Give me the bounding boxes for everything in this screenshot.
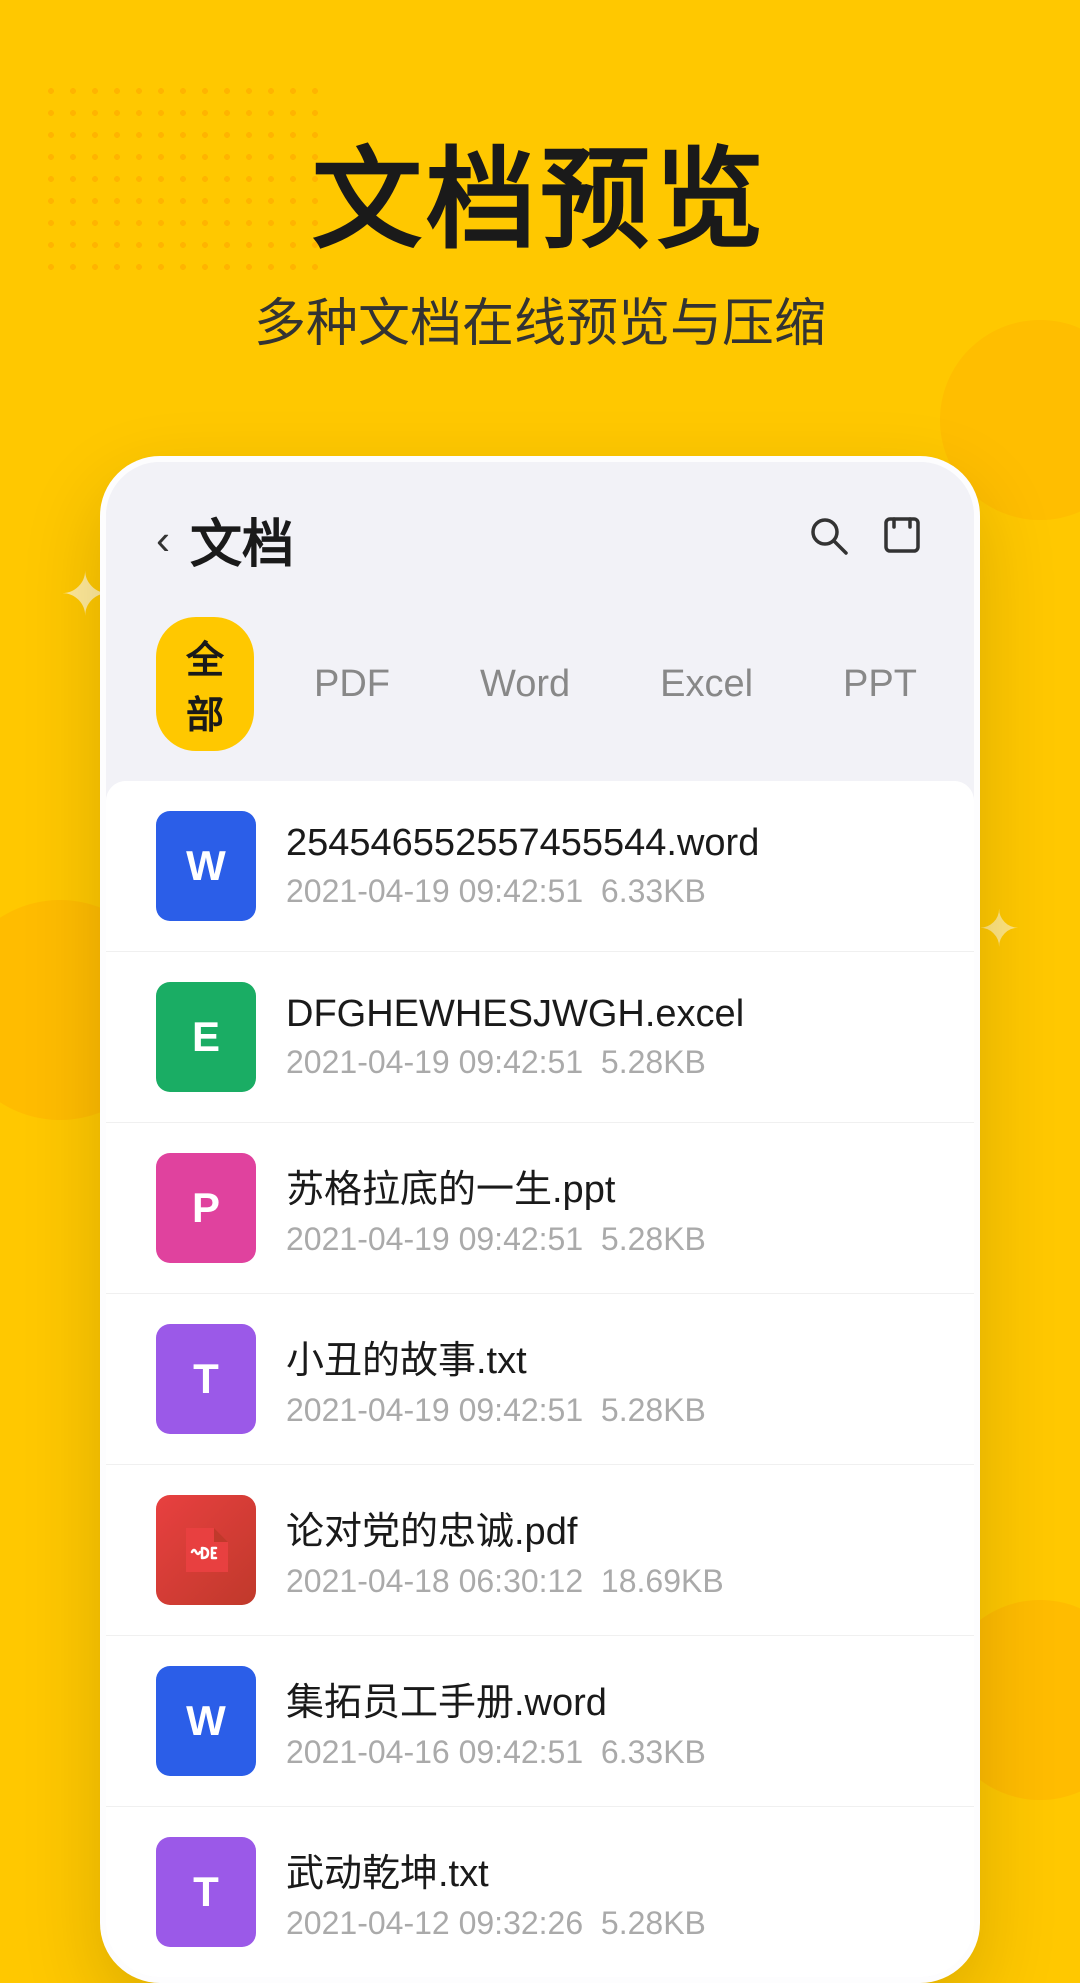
file-meta: 2021-04-16 09:42:51 6.33KB (286, 1734, 924, 1771)
topbar: ‹ 文档 (106, 462, 974, 597)
list-item[interactable]: 论对党的忠诚.pdf 2021-04-18 06:30:12 18.69KB (106, 1465, 974, 1636)
list-item[interactable]: P 苏格拉底的一生.ppt 2021-04-19 09:42:51 5.28KB (106, 1123, 974, 1294)
search-icon[interactable] (806, 513, 850, 567)
tab-pdf[interactable]: PDF (284, 651, 420, 718)
file-icon-ppt: P (156, 1153, 256, 1263)
page-title: 文档预览 (80, 140, 1000, 261)
file-info: 武动乾坤.txt 2021-04-12 09:32:26 5.28KB (286, 1842, 924, 1942)
file-list: W 254546552557455544.word 2021-04-19 09:… (106, 781, 974, 1977)
list-item[interactable]: W 254546552557455544.word 2021-04-19 09:… (106, 781, 974, 952)
list-item[interactable]: T 小丑的故事.txt 2021-04-19 09:42:51 5.28KB (106, 1294, 974, 1465)
file-meta: 2021-04-19 09:42:51 6.33KB (286, 873, 924, 910)
header-section: 文档预览 多种文档在线预览与压缩 (0, 0, 1080, 416)
topbar-actions (806, 513, 924, 567)
list-item[interactable]: E DFGHEWHESJWGH.excel 2021-04-19 09:42:5… (106, 952, 974, 1123)
topbar-title: 文档 (190, 502, 294, 577)
file-info: 集拓员工手册.word 2021-04-16 09:42:51 6.33KB (286, 1671, 924, 1771)
file-name: 苏格拉底的一生.ppt (286, 1158, 924, 1213)
tab-excel[interactable]: Excel (630, 651, 783, 718)
file-icon-word: W (156, 1666, 256, 1776)
file-name: 论对党的忠诚.pdf (286, 1500, 924, 1555)
back-button[interactable]: ‹ (156, 516, 170, 564)
file-info: 苏格拉底的一生.ppt 2021-04-19 09:42:51 5.28KB (286, 1158, 924, 1258)
list-item[interactable]: T 武动乾坤.txt 2021-04-12 09:32:26 5.28KB (106, 1807, 974, 1977)
file-icon-pdf (156, 1495, 256, 1605)
file-icon-txt: T (156, 1837, 256, 1947)
file-name: 集拓员工手册.word (286, 1671, 924, 1726)
file-info: 254546552557455544.word 2021-04-19 09:42… (286, 822, 924, 910)
list-item[interactable]: W 集拓员工手册.word 2021-04-16 09:42:51 6.33KB (106, 1636, 974, 1807)
file-icon-txt: T (156, 1324, 256, 1434)
sparkle-right-icon: ✦ (978, 900, 1020, 958)
file-meta: 2021-04-19 09:42:51 5.28KB (286, 1392, 924, 1429)
file-meta: 2021-04-19 09:42:51 5.28KB (286, 1221, 924, 1258)
tab-word[interactable]: Word (450, 651, 600, 718)
page-subtitle: 多种文档在线预览与压缩 (80, 281, 1000, 356)
file-name: 254546552557455544.word (286, 822, 924, 865)
file-meta: 2021-04-18 06:30:12 18.69KB (286, 1563, 924, 1600)
file-info: 小丑的故事.txt 2021-04-19 09:42:51 5.28KB (286, 1329, 924, 1429)
tab-txt[interactable]: TXT (977, 651, 980, 718)
topbar-left: ‹ 文档 (156, 502, 294, 577)
file-info: DFGHEWHESJWGH.excel 2021-04-19 09:42:51 … (286, 993, 924, 1081)
file-meta: 2021-04-19 09:42:51 5.28KB (286, 1044, 924, 1081)
phone-mockup: ‹ 文档 全部 PDF Word Excel PPT (100, 456, 980, 1983)
file-info: 论对党的忠诚.pdf 2021-04-18 06:30:12 18.69KB (286, 1500, 924, 1600)
file-name: DFGHEWHESJWGH.excel (286, 993, 924, 1036)
tab-all[interactable]: 全部 (156, 617, 254, 751)
tab-ppt[interactable]: PPT (813, 651, 947, 718)
file-name: 武动乾坤.txt (286, 1842, 924, 1897)
edit-icon[interactable] (880, 513, 924, 567)
filter-tabs: 全部 PDF Word Excel PPT TXT (106, 597, 974, 781)
file-icon-word: W (156, 811, 256, 921)
file-name: 小丑的故事.txt (286, 1329, 924, 1384)
file-meta: 2021-04-12 09:32:26 5.28KB (286, 1905, 924, 1942)
file-icon-excel: E (156, 982, 256, 1092)
